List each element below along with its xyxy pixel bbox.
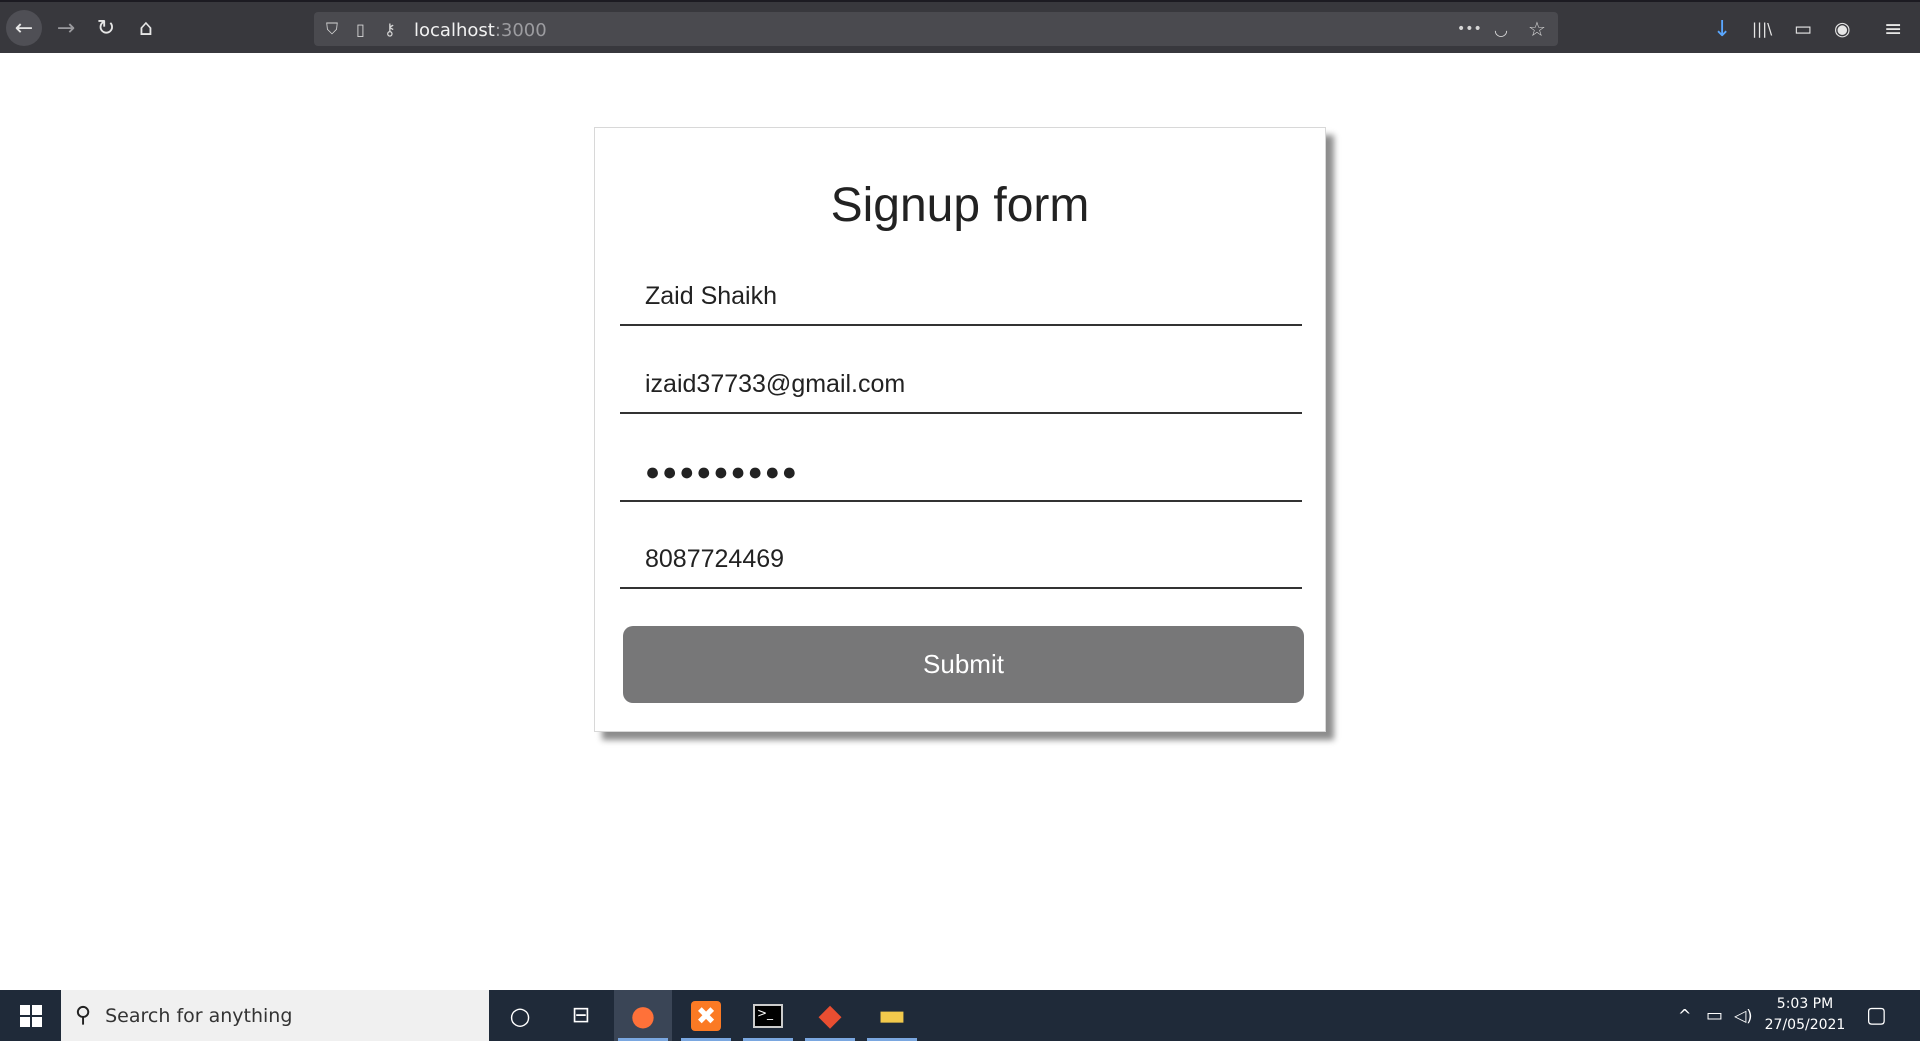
windows-logo-icon bbox=[19, 1004, 42, 1027]
sidebar-icon[interactable]: ▭ bbox=[1794, 12, 1812, 46]
back-arrow-icon[interactable]: ← bbox=[6, 10, 42, 46]
reload-icon[interactable]: ↻ bbox=[88, 10, 124, 46]
hamburger-menu-icon[interactable]: ≡ bbox=[1884, 12, 1902, 46]
home-icon[interactable]: ⌂ bbox=[128, 10, 164, 46]
shield-icon[interactable]: ⛉ bbox=[326, 17, 338, 41]
url-host: localhost bbox=[414, 20, 495, 41]
git-icon: ◆ bbox=[818, 998, 842, 1033]
start-button[interactable] bbox=[0, 990, 61, 1041]
address-bar[interactable]: ⛉ ▯ ⚷ localhost:3000 ••• ◡ ☆ bbox=[314, 12, 1558, 46]
url-port: :3000 bbox=[494, 20, 547, 41]
clock-time: 5:03 PM bbox=[1776, 996, 1834, 1012]
taskbar: ⚲ Search for anything ○ ⊟ ● ✖ >_ ◆ ▬ ^ ▭… bbox=[0, 990, 1920, 1041]
clock-date: 27/05/2021 bbox=[1764, 1017, 1846, 1033]
folder-icon: ▬ bbox=[877, 998, 907, 1033]
bookmark-star-icon[interactable]: ☆ bbox=[1528, 17, 1546, 41]
password-field[interactable]: ●●●●●●●●● bbox=[620, 444, 1302, 502]
battery-icon[interactable]: ▭ bbox=[1706, 990, 1723, 1041]
key-icon[interactable]: ⚷ bbox=[384, 17, 396, 41]
taskbar-app-file-explorer[interactable]: ▬ bbox=[863, 990, 921, 1041]
taskbar-app-git[interactable]: ◆ bbox=[801, 990, 859, 1041]
cortana-icon[interactable]: ○ bbox=[491, 990, 549, 1041]
downloads-icon[interactable]: ↓ bbox=[1713, 12, 1731, 46]
terminal-icon: >_ bbox=[753, 1003, 783, 1028]
more-actions-icon[interactable]: ••• bbox=[1457, 17, 1482, 41]
taskbar-search[interactable]: ⚲ Search for anything bbox=[61, 990, 489, 1041]
name-field[interactable] bbox=[620, 268, 1302, 326]
forward-arrow-icon[interactable]: → bbox=[48, 10, 84, 46]
signup-card: Signup form ●●●●●●●●● Submit bbox=[594, 127, 1326, 732]
notification-icon[interactable]: ▢ bbox=[1866, 990, 1887, 1041]
browser-toolbar: ← → ↻ ⌂ ⛉ ▯ ⚷ localhost:3000 ••• ◡ ☆ ↓ |… bbox=[0, 0, 1920, 53]
page-info-icon[interactable]: ▯ bbox=[356, 17, 365, 41]
taskbar-app-xampp[interactable]: ✖ bbox=[677, 990, 735, 1041]
submit-button[interactable]: Submit bbox=[623, 626, 1304, 703]
tray-chevron-icon[interactable]: ^ bbox=[1678, 990, 1691, 1041]
xampp-icon: ✖ bbox=[691, 1000, 721, 1031]
taskbar-clock[interactable]: 5:03 PM 27/05/2021 bbox=[1760, 994, 1850, 1036]
form-title: Signup form bbox=[830, 179, 1090, 232]
account-icon[interactable]: ◉ bbox=[1834, 12, 1851, 46]
library-icon[interactable]: |||\ bbox=[1752, 12, 1772, 46]
task-view-icon[interactable]: ⊟ bbox=[552, 990, 610, 1041]
firefox-icon: ● bbox=[630, 999, 656, 1032]
url-text[interactable]: localhost:3000 bbox=[414, 20, 547, 41]
taskbar-app-firefox[interactable]: ● bbox=[614, 990, 672, 1041]
pocket-icon[interactable]: ◡ bbox=[1494, 17, 1508, 41]
volume-icon[interactable]: ◁) bbox=[1734, 990, 1753, 1041]
phone-field[interactable] bbox=[620, 531, 1302, 589]
search-icon: ⚲ bbox=[75, 1003, 92, 1028]
email-field[interactable] bbox=[620, 356, 1302, 414]
taskbar-app-terminal[interactable]: >_ bbox=[739, 990, 797, 1041]
search-placeholder: Search for anything bbox=[105, 1004, 293, 1027]
